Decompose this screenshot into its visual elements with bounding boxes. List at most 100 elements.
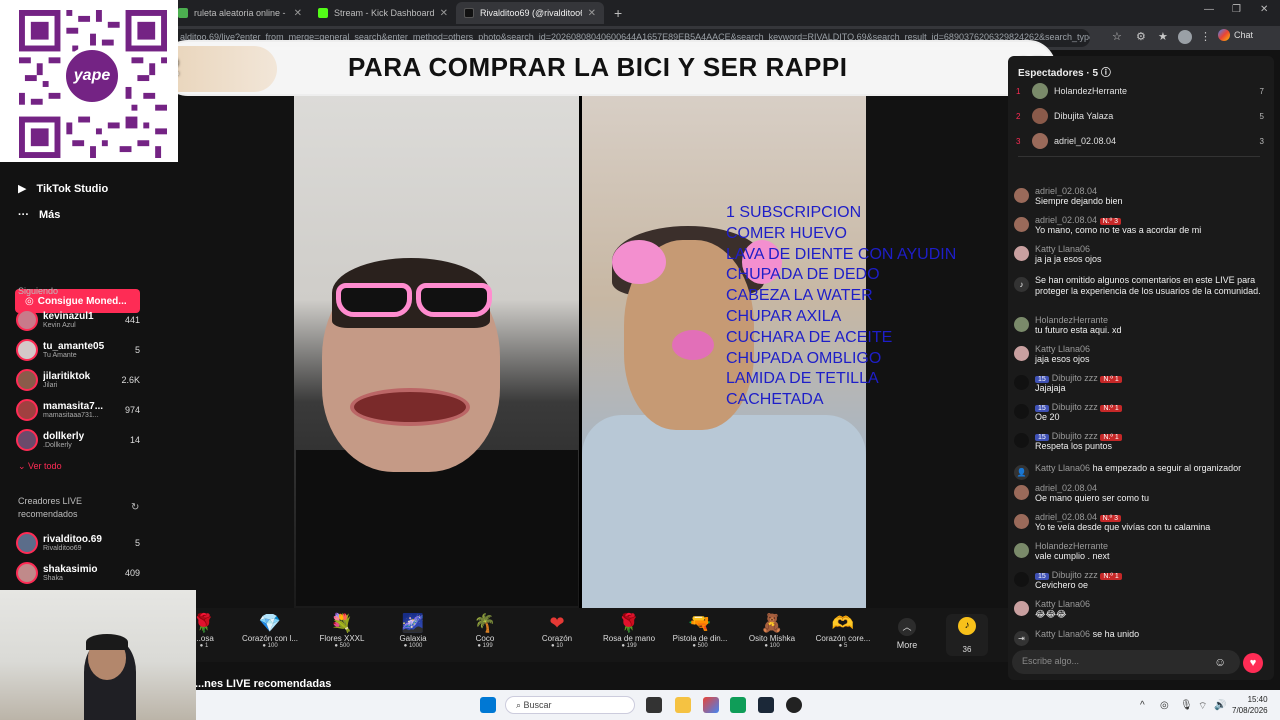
chat-user[interactable]: adriel_02.08.04 <box>1035 215 1097 225</box>
gift-name: Coco <box>475 634 495 643</box>
menu-icon[interactable]: ⋮ <box>1200 30 1211 43</box>
coins-count: 36 <box>962 645 972 654</box>
network-icon[interactable]: ◎ <box>1160 700 1169 711</box>
chat-user[interactable]: Katty Llana06 <box>1035 599 1264 609</box>
viewer-points: 5 <box>1259 111 1264 121</box>
chat-user[interactable]: Katty Llana06 <box>1035 244 1264 254</box>
task-view-icon[interactable] <box>646 697 662 713</box>
top-viewer-row[interactable]: 2 Dibujita Yalaza 5 <box>1016 106 1264 126</box>
close-window-icon[interactable]: ✕ <box>1260 4 1268 15</box>
chat-user[interactable]: Dibujito zzz <box>1052 431 1098 441</box>
following-item[interactable]: tu_amante05 Tu Amante 5 <box>16 337 140 363</box>
gift-item[interactable]: 💐 Flores XXXL ● 500 <box>310 612 374 649</box>
profile-avatar[interactable] <box>1178 30 1192 44</box>
windows-start-icon[interactable] <box>480 697 496 713</box>
chat-user[interactable]: adriel_02.08.04 <box>1035 483 1264 493</box>
volume-icon[interactable]: 🔊 <box>1214 700 1226 711</box>
maximize-icon[interactable]: ❐ <box>1232 4 1241 15</box>
chat-message: 15 Dibujito zzz N.º 1 Jajajaja <box>1014 373 1264 394</box>
chat-user[interactable]: adriel_02.08.04 <box>1035 512 1097 522</box>
more-gifts-button[interactable]: ︿ More <box>890 618 924 650</box>
top-viewer-row[interactable]: 3 adriel_02.08.04 3 <box>1016 131 1264 151</box>
gift-item[interactable]: 🌴 Coco ● 199 <box>453 612 517 649</box>
taskbar-clock[interactable]: 15:40 7/08/2026 <box>1232 694 1268 716</box>
gift-item[interactable]: 🫶 Corazón core... ● 5 <box>811 612 875 649</box>
recommended-name: shakasimio <box>43 564 98 575</box>
like-heart-button[interactable]: ♥ <box>1243 653 1263 673</box>
close-tab-icon[interactable]: ✕ <box>588 8 596 19</box>
refresh-icon[interactable]: ↻ <box>131 502 139 513</box>
emoji-icon[interactable]: ☺ <box>1214 655 1226 669</box>
chat-user[interactable]: Katty Llana06 <box>1035 629 1090 639</box>
gift-item[interactable]: 🌌 Galaxia ● 1000 <box>381 612 445 649</box>
avatar <box>1014 188 1029 203</box>
gift-item[interactable]: ❤ Corazón ● 10 <box>525 612 589 649</box>
steam-icon[interactable] <box>758 697 774 713</box>
wifi-icon[interactable]: ⌔ <box>1198 700 1207 713</box>
gift-item[interactable]: 🔫 Pistola de din... ● 500 <box>668 612 732 649</box>
gift-item[interactable]: 🧸 Osito Mishka ● 100 <box>740 612 804 649</box>
chat-user[interactable]: Dibujito zzz <box>1052 570 1098 580</box>
challenge-list: 1 SUBSCRIPCION COMER HUEVO LAVA DE DIENT… <box>726 203 956 411</box>
tab-ruleta[interactable]: ruleta aleatoria online - ruleta de ✕ <box>170 2 310 24</box>
coins-balance-button[interactable]: ♪ 36 <box>946 614 988 656</box>
close-tab-icon[interactable]: ✕ <box>440 8 448 19</box>
chevron-up-icon[interactable]: ^ <box>1140 700 1145 711</box>
top-viewer-row[interactable]: 1 HolandezHerrante 7 <box>1016 81 1264 101</box>
following-sub: Tu Amante <box>43 352 77 359</box>
see-all-label: Ver todo <box>28 461 62 471</box>
chat-text: ja ja ja esos ojos <box>1035 254 1102 264</box>
chat-text: tu futuro esta aqui. xd <box>1035 325 1122 335</box>
microphone-icon[interactable]: 🎙 <box>1180 700 1193 711</box>
level-badge: 15 <box>1035 405 1049 412</box>
bookmarks-icon[interactable]: ★ <box>1158 30 1168 43</box>
tab-tiktok[interactable]: Rivalditoo69 (@rivalditoo69) está ✕ <box>456 2 604 24</box>
taskbar-search[interactable]: ⌕ Buscar <box>505 696 635 714</box>
minimize-icon[interactable]: — <box>1204 4 1214 15</box>
chat-text: vale cumplio . next <box>1035 551 1110 561</box>
info-icon[interactable]: ⓘ <box>1101 68 1111 79</box>
following-item[interactable]: dollkerly .Dollkerly 14 <box>16 427 140 453</box>
following-item[interactable]: jilaritiktok Jilari 2.6K <box>16 367 140 393</box>
sidebar-item-studio[interactable]: ▶ TikTok Studio <box>18 182 108 196</box>
following-sub: mamasitaaa731... <box>43 412 99 419</box>
gift-item[interactable]: 🌹 Rosa de mano ● 199 <box>597 612 661 649</box>
tab-kick[interactable]: Stream - Kick Dashboard ✕ <box>310 2 456 24</box>
gift-name: Pistola de din... <box>672 634 728 643</box>
file-explorer-icon[interactable] <box>675 697 691 713</box>
viewers-header[interactable]: Espectadores · 5 ⓘ <box>1018 64 1111 79</box>
copilot-icon <box>1218 29 1230 41</box>
chat-user[interactable]: Katty Llana06 <box>1035 463 1090 473</box>
chat-input[interactable]: Escribe algo... <box>1012 650 1240 674</box>
close-tab-icon[interactable]: ✕ <box>294 8 302 19</box>
rank-badge: N.º 1 <box>1100 405 1122 412</box>
chrome-icon[interactable] <box>703 697 719 713</box>
recommended-sub: Shaka <box>43 575 63 582</box>
avatar <box>1014 217 1029 232</box>
flowers-icon: 💐 <box>330 613 354 633</box>
chat-user[interactable]: Dibujito zzz <box>1052 402 1098 412</box>
chat-button[interactable]: Chat <box>1218 29 1253 41</box>
chat-user[interactable]: HolandezHerrante <box>1035 541 1264 551</box>
chat-user[interactable]: adriel_02.08.04 <box>1035 186 1264 196</box>
chat-user[interactable]: HolandezHerrante <box>1035 315 1264 325</box>
recommended-item[interactable]: rivalditoo.69 Rivalditoo69 5 <box>16 530 140 556</box>
sidebar-item-more[interactable]: ··· Más <box>18 209 60 221</box>
gift-item[interactable]: 💎 Corazón con l... ● 100 <box>238 612 302 649</box>
obs-icon[interactable] <box>786 697 802 713</box>
chat-user[interactable]: Katty Llana06 <box>1035 344 1264 354</box>
see-all-link[interactable]: ⌄ Ver todo <box>18 461 62 472</box>
edge-icon[interactable] <box>730 697 746 713</box>
gift-price-value: 1000 <box>408 643 423 649</box>
avatar <box>1014 433 1029 448</box>
extensions-icon[interactable]: ⚙ <box>1136 30 1146 43</box>
get-coins-label: Consigue Moned... <box>37 295 127 307</box>
following-item[interactable]: mamasita7... mamasitaaa731... 974 <box>16 397 140 423</box>
recommended-item[interactable]: shakasimio Shaka 409 <box>16 560 140 586</box>
chat-user[interactable]: Dibujito zzz <box>1052 373 1098 383</box>
chat-message: Katty Llana06 😂😂😂 <box>1014 599 1264 620</box>
new-tab-button[interactable]: + <box>606 2 626 24</box>
avatar <box>16 532 38 554</box>
following-item[interactable]: kevinazul1 Kevin Azul 441 <box>16 307 140 333</box>
star-icon[interactable]: ☆ <box>1112 30 1122 43</box>
